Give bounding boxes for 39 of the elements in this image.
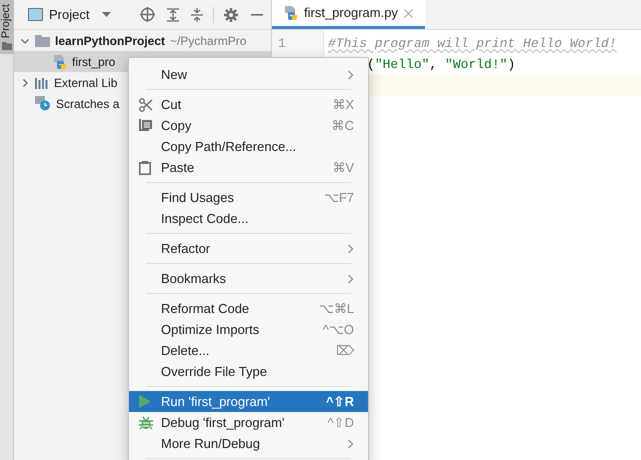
shortcut-label: ^⌥O [322,320,354,339]
line-number: 1 [278,35,286,53]
shortcut-label: ⌥F7 [324,188,354,207]
shortcut-label: ⌥⌘L [318,300,354,318]
code-token: "World!" [445,56,508,74]
menu-item-label: Refactor [161,240,212,258]
code-token: ) [507,56,516,74]
menu-item-label: New [161,66,188,84]
tree-item-label: learnPythonProject [55,32,166,50]
menu-item-label: Run 'first_program' [161,392,272,411]
menu-item-label: Debug 'first_program' [161,414,286,432]
shortcut-label: ^⇧D [328,414,354,432]
menu-item-label: Copy Path/Reference... [161,138,298,156]
menu-item-label: Bookmarks [161,270,228,288]
project-path: ~/PycharmPro [170,32,246,50]
menu-item-label: Find Usages [161,188,235,207]
code-token: ( [367,56,375,74]
menu-item-label: Copy [161,116,192,135]
menu-item-label: Inspect Code... [161,210,250,228]
menu-item-label: Optimize Imports [161,320,260,339]
shortcut-label: ⌦ [336,342,354,360]
code-token: , [429,56,438,74]
menu-item-label: Reformat Code [161,300,250,318]
code-token: "Hello" [374,56,430,74]
tree-item-label: External Lib [54,74,118,92]
tool-tab-label: Project [1,4,12,38]
menu-item-label: Override File Type [161,362,268,381]
tree-item-label: first_pro [72,54,116,70]
shortcut-label: ⌘X [332,96,354,114]
menu-item-label: Cut [161,96,182,114]
menu-item-label: More Run/Debug [161,434,261,453]
tab-label: first_program.py [304,4,398,22]
menu-item-label: Delete... [161,342,210,360]
shortcut-label: ⌘C [332,116,354,135]
shortcut-label: ^⇧R [326,392,354,411]
code-token: #This program will print Hello World! [328,35,617,53]
menu-item-label: Paste [161,158,196,177]
tree-item-label: Scratches a [56,96,120,112]
shortcut-label: ⌘V [332,158,354,177]
